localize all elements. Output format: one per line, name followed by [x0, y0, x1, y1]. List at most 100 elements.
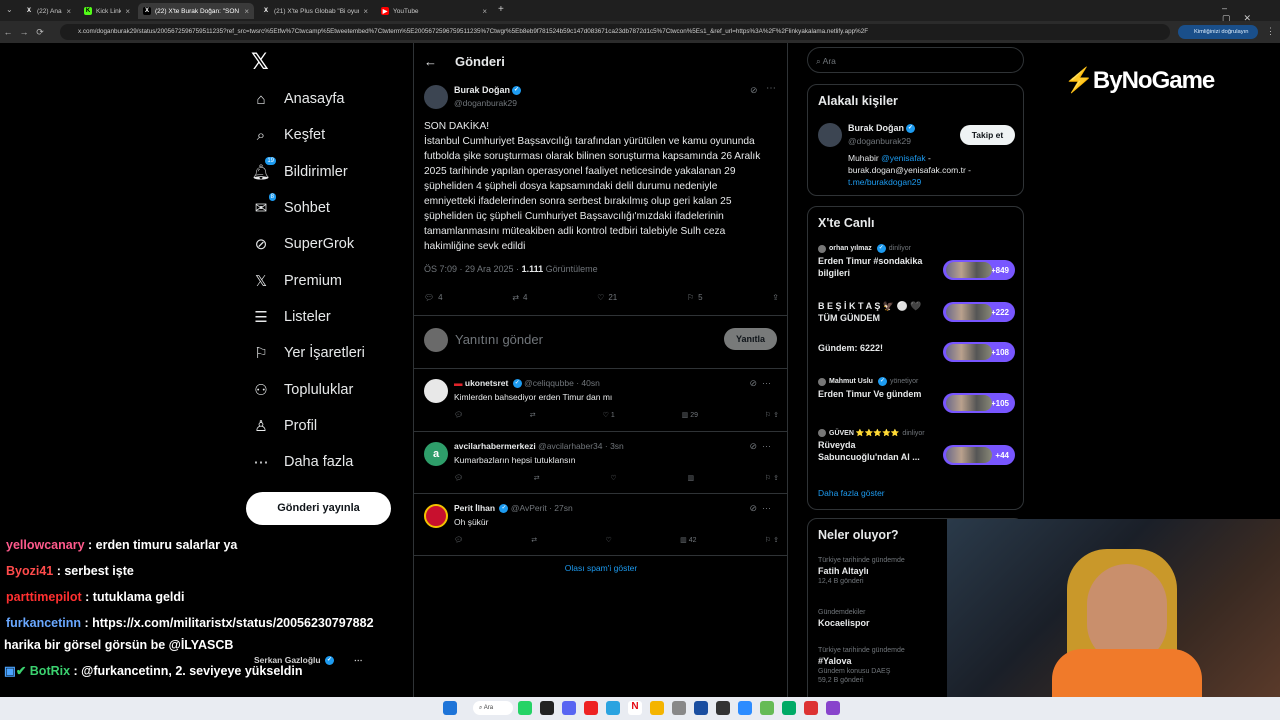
nav-profile[interactable]: ♙ Profil	[252, 411, 317, 441]
browser-tab-4[interactable]: X (21) X'te Plus Globab "Bi oyun o ×	[257, 3, 373, 19]
browser-tab-1[interactable]: X (22) Ana ×	[20, 3, 76, 19]
grok-icon[interactable]: ⊘	[750, 85, 758, 96]
comment-item[interactable]: a avcilarhabermerkezi @avcilarhaber34 · …	[414, 432, 788, 494]
close-icon[interactable]: ×	[125, 7, 130, 16]
telegram-icon[interactable]	[606, 701, 620, 715]
reply-action[interactable]: 💬︎ 4	[424, 293, 443, 302]
repost-icon[interactable]: ⇄	[530, 411, 536, 419]
comment-author-name[interactable]: ukonetsret	[465, 378, 508, 388]
nav-communities[interactable]: ⚇ Topluluklar	[252, 375, 353, 405]
search-input[interactable]: ⌕ Ara	[807, 47, 1024, 73]
app-icon[interactable]	[804, 701, 818, 715]
comment-more-icon[interactable]: ⊘⋯	[749, 378, 776, 389]
nav-notifications[interactable]: 🔔︎ 19 Bildirimler	[251, 157, 348, 187]
bio-link[interactable]: @yenisafak	[881, 153, 926, 163]
browser-menu-icon[interactable]: ⋮	[1266, 26, 1275, 37]
show-spam-link[interactable]: Olası spam'i göster	[414, 563, 788, 573]
live-item[interactable]: orhan yılmaz ✓ dinliyor Erden Timur #sonda…	[818, 244, 1018, 280]
related-avatar[interactable]	[818, 123, 842, 147]
chrome-icon[interactable]	[650, 701, 664, 715]
x-logo-icon[interactable]: 𝕏	[251, 50, 269, 75]
repost-action[interactable]: ⇄ 4	[512, 293, 527, 302]
nav-messages[interactable]: ✉ 8 Sohbet	[252, 193, 330, 223]
back-icon[interactable]: ←	[0, 27, 16, 37]
post-button[interactable]: Gönderi yayınla	[246, 492, 391, 525]
live-item[interactable]: B E Ş İ K T A Ş 🦅 ⚪ 🖤 TÜM GÜNDEM +222	[818, 300, 1018, 324]
whatsapp-icon[interactable]	[518, 701, 532, 715]
reply-button[interactable]: Yanıtla	[724, 328, 777, 350]
live-item[interactable]: Gündem: 6222! +108	[818, 342, 1018, 362]
views-action[interactable]: ▥ 42	[680, 536, 696, 544]
taskbar-search[interactable]: ⌕ Ara	[473, 701, 513, 715]
start-icon[interactable]	[443, 701, 457, 715]
forward-icon[interactable]: →	[16, 27, 32, 37]
comment-more-icon[interactable]: ⊘⋯	[749, 503, 776, 514]
comment-item[interactable]: Perit İlhan ✓ @AvPerit · 27sn ⊘⋯ Oh şükü…	[414, 494, 788, 556]
more-options-icon[interactable]: ⋯	[766, 83, 776, 94]
live-listeners-pill[interactable]: +44	[943, 445, 1015, 465]
comment-avatar[interactable]	[424, 379, 448, 403]
bookmark-icon[interactable]: ⚐ ⇪	[765, 411, 779, 419]
app-icon[interactable]	[826, 701, 840, 715]
zoom-icon[interactable]	[738, 701, 752, 715]
app-icon[interactable]	[760, 701, 774, 715]
comment-author-name[interactable]: avcilarhabermerkezi	[454, 441, 536, 451]
author-name[interactable]: Burak Doğan ✓	[454, 85, 522, 96]
netflix-icon[interactable]: N	[628, 701, 642, 715]
repost-icon[interactable]: ⇄	[534, 474, 540, 482]
bookmark-icon[interactable]: ⚐ ⇪	[765, 474, 779, 482]
vpn-icon[interactable]	[694, 701, 708, 715]
nav-premium[interactable]: 𝕏 Premium	[252, 266, 342, 296]
bio-link-telegram[interactable]: t.me/burakdogan29	[848, 177, 921, 187]
reply-icon[interactable]: 💬︎	[454, 536, 463, 544]
url-field[interactable]: x.com/doganburak29/status/20056725967595…	[60, 24, 1170, 40]
close-icon[interactable]: ×	[482, 7, 487, 16]
reload-icon[interactable]: ⟳	[32, 27, 48, 38]
new-tab-button[interactable]: +	[498, 4, 504, 15]
like-action[interactable]: ♡ 1	[603, 411, 615, 419]
nav-bookmarks[interactable]: ⚐ Yer İşaretleri	[252, 338, 365, 368]
reply-icon[interactable]: 💬︎	[454, 411, 463, 419]
reply-input[interactable]: Yanıtını gönder	[455, 332, 543, 347]
comment-more-icon[interactable]: ⊘⋯	[749, 441, 776, 452]
nav-supergrok[interactable]: ⊘ SuperGrok	[252, 229, 354, 259]
app-icon[interactable]	[716, 701, 730, 715]
browser-tab-3[interactable]: X (22) X'te Burak Doğan: "SON D ×	[138, 3, 254, 19]
live-listeners-pill[interactable]: +849	[943, 260, 1015, 280]
close-icon[interactable]: ×	[363, 7, 368, 16]
comment-avatar[interactable]	[424, 504, 448, 528]
nav-explore[interactable]: ⌕ Keşfet	[252, 120, 325, 150]
share-action[interactable]: ⇪	[772, 293, 779, 302]
close-icon[interactable]: ×	[244, 7, 249, 16]
views-icon[interactable]: ▥	[687, 474, 694, 482]
app-icon[interactable]	[584, 701, 598, 715]
comment-avatar[interactable]: a	[424, 442, 448, 466]
app-icon[interactable]	[672, 701, 686, 715]
related-name[interactable]: Burak Doğan ✓	[848, 123, 916, 134]
reply-icon[interactable]: 💬︎	[454, 474, 463, 482]
comment-item[interactable]: ▬ ukonetsret ✓ @celiqqubbe · 40sn ⊘⋯ Kim…	[414, 369, 788, 431]
live-listeners-pill[interactable]: +222	[943, 302, 1015, 322]
browser-tab-5[interactable]: ▶ YouTube ×	[376, 3, 492, 19]
nav-more[interactable]: ⋯ Daha fazla	[252, 447, 354, 477]
live-listeners-pill[interactable]: +105	[943, 393, 1015, 413]
bookmark-action[interactable]: ⚐ 5	[687, 293, 703, 302]
nav-lists[interactable]: ☰ Listeler	[252, 302, 330, 332]
like-action[interactable]: ♡ 21	[597, 293, 617, 302]
app-icon[interactable]	[782, 701, 796, 715]
more-options-icon[interactable]: ⋯	[354, 655, 363, 665]
author-handle[interactable]: @doganburak29	[454, 98, 517, 108]
bookmark-icon[interactable]: ⚐ ⇪	[765, 536, 779, 544]
live-listeners-pill[interactable]: +108	[943, 342, 1015, 362]
back-arrow-icon[interactable]: ←	[424, 54, 437, 69]
live-item[interactable]: GÜVEN ⭐⭐⭐⭐⭐ dinliyor Rüveyda Sabuncuoğlu'…	[818, 429, 1018, 465]
heart-icon[interactable]: ♡	[610, 474, 616, 482]
close-icon[interactable]: ×	[66, 7, 71, 16]
author-avatar[interactable]	[424, 85, 448, 109]
views-action[interactable]: ▥ 29	[682, 411, 698, 419]
browser-tab-2[interactable]: K Kick Link ×	[79, 3, 135, 19]
live-item[interactable]: Mahmut Uslu ✓ yönetiyor Erden Timur Ve gün…	[818, 377, 1018, 413]
nav-home[interactable]: ⌂ Anasayfa	[252, 84, 344, 114]
comment-author-name[interactable]: Perit İlhan	[454, 503, 495, 513]
discord-icon[interactable]	[562, 701, 576, 715]
